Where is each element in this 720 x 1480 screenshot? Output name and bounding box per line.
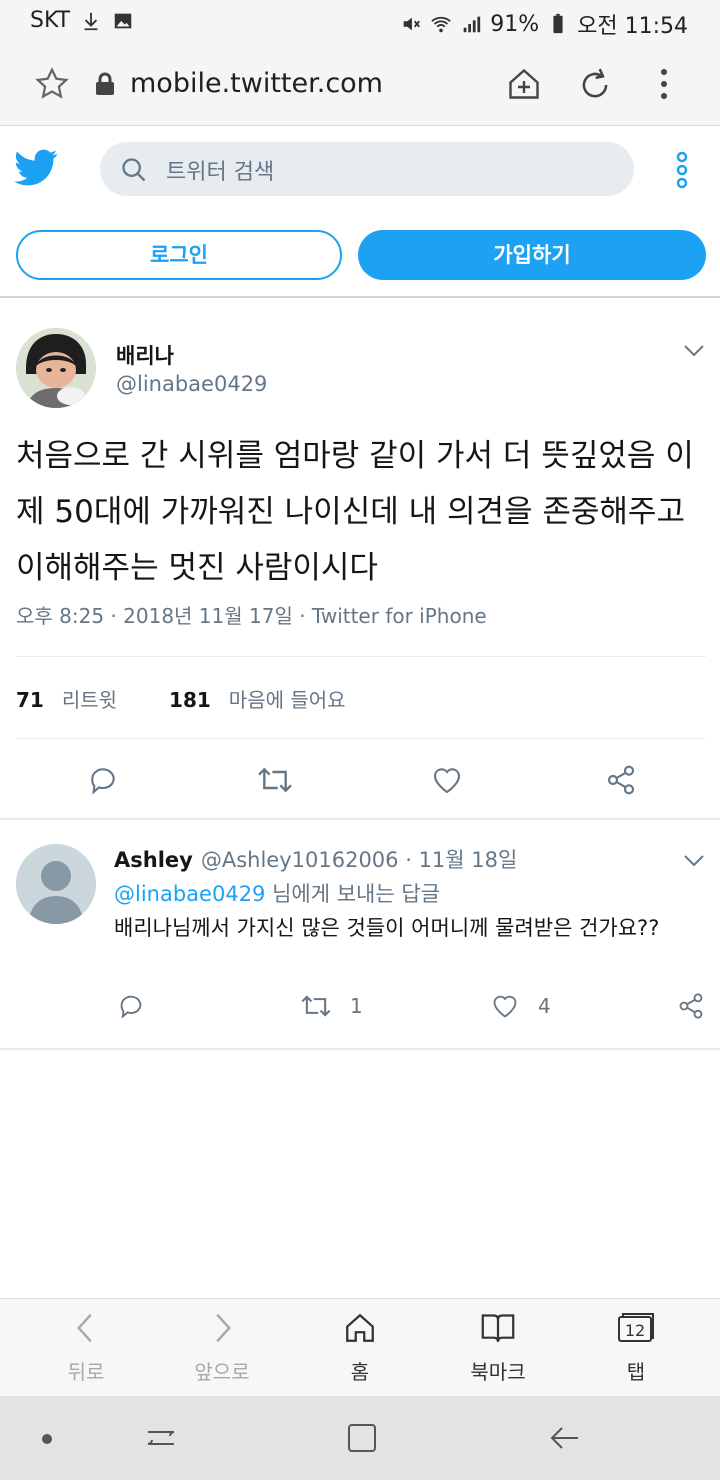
add-to-home-icon[interactable] [506,66,542,102]
divider [16,738,706,739]
search-placeholder: 트위터 검색 [166,160,275,185]
clock: 오전 11:54 [577,14,688,39]
image-icon [114,13,132,28]
reply-author-name[interactable]: Ashley [114,848,193,872]
reply-retweet-count: 1 [350,994,363,1018]
main-tweet: 배리나 @linabae0429 처음으로 간 시위를 엄마랑 같이 가서 더 … [0,298,720,820]
tabs-label: 탭 [626,1360,646,1384]
lock-icon [96,72,114,95]
like-action[interactable]: 4 [490,992,551,1020]
tweet-timestamp[interactable]: 오후 8:25 · 2018년 11월 17일 · Twitter for iP… [16,600,487,629]
reply-icon [120,995,142,1019]
reply-action[interactable] [116,992,146,1020]
search-icon [122,158,146,182]
retweet-icon[interactable] [256,764,294,796]
author-handle[interactable]: @linabae0429 [116,372,267,396]
replying-to: @linabae0429 님에게 보내는 답글 [114,878,440,908]
reply-header: Ashley @Ashley10162006 · 11월 18일 [114,844,517,874]
nav-home-icon[interactable] [346,1422,378,1454]
home-label: 홈 [350,1360,370,1384]
forward-label: 앞으로 [194,1360,250,1384]
chevron-down-icon[interactable] [682,340,706,360]
search-bar[interactable]: 트위터 검색 [100,142,634,196]
home-button[interactable]: 홈 [310,1311,410,1385]
battery-percent: 91% [490,11,540,37]
wifi-icon [431,16,451,33]
status-left: SKT [30,8,134,33]
mention-link[interactable]: @linabae0429 [114,882,265,906]
retweet-label[interactable]: 리트윗 [62,684,117,713]
battery-icon [553,13,563,34]
bookmark-label: 북마크 [470,1360,526,1384]
retweet-action[interactable]: 1 [300,992,363,1020]
chevron-down-icon[interactable] [682,850,706,870]
default-avatar-icon [16,844,96,924]
like-label[interactable]: 마음에 들어요 [229,684,346,713]
status-right: 91% 오전 11:54 [400,8,688,40]
mute-icon [403,17,421,31]
nav-dot[interactable] [42,1434,52,1444]
carrier-label: SKT [30,8,71,33]
reply-text: 배리나님께서 가지신 많은 것들이 어머니께 물려받은 건가요?? [114,916,660,940]
divider [16,656,706,657]
retweet-icon [301,995,331,1017]
nav-back-icon[interactable] [548,1422,582,1454]
tabs-button[interactable]: 12 탭 [586,1311,686,1385]
reply-icon[interactable] [86,764,120,796]
more-vertical-icon[interactable] [652,66,676,102]
reply-author-handle[interactable]: @Ashley10162006 [201,848,399,872]
home-icon [346,1313,374,1342]
share-icon[interactable] [604,764,638,796]
book-icon [481,1314,515,1342]
author-name[interactable]: 배리나 [116,340,174,370]
status-bar: SKT 91% 오전 11:54 [0,0,720,44]
bookmark-button[interactable]: 북마크 [448,1311,548,1385]
chevron-right-icon [216,1313,231,1343]
avatar-image [16,328,96,408]
login-button[interactable]: 로그인 [16,230,342,280]
avatar[interactable] [16,328,96,408]
heart-icon [493,995,517,1018]
reply-date[interactable]: · 11월 18일 [405,848,517,872]
system-nav-bar [0,1396,720,1480]
back-label: 뒤로 [67,1360,105,1384]
reply-tweet[interactable]: Ashley @Ashley10162006 · 11월 18일 @linabae… [0,820,720,1050]
reply-like-count: 4 [538,994,551,1018]
recent-apps-icon[interactable] [144,1422,178,1454]
browser-url-bar: mobile.twitter.com [0,44,720,126]
chevron-left-icon [77,1313,92,1343]
retweet-count[interactable]: 71 [16,688,44,712]
heart-icon[interactable] [430,764,464,796]
avatar[interactable] [16,844,96,924]
download-icon [84,12,98,30]
replying-to-suffix: 님에게 보내는 답글 [265,882,441,906]
share-icon [679,993,703,1019]
star-icon[interactable] [34,66,70,102]
tabs-icon: 12 [618,1313,654,1342]
share-action[interactable] [676,992,706,1020]
url-text[interactable]: mobile.twitter.com [130,68,383,99]
tab-count: 12 [625,1321,645,1340]
forward-button[interactable]: 앞으로 [172,1311,272,1385]
browser-bottom-bar: 뒤로 앞으로 홈 북마크 12 탭 [0,1298,720,1396]
like-count[interactable]: 181 [169,688,211,712]
more-options-icon[interactable] [670,150,694,190]
twitter-header: 트위터 검색 로그인 가입하기 [0,126,720,298]
reload-icon[interactable] [576,66,614,104]
tweet-text: 처음으로 간 시위를 엄마랑 같이 가서 더 뜻깊었음 이제 50대에 가까워진… [16,438,694,586]
twitter-logo-icon[interactable] [14,148,58,188]
back-button[interactable]: 뒤로 [36,1311,136,1385]
signal-icon [463,16,481,33]
signup-button[interactable]: 가입하기 [358,230,706,280]
tweet-stats: 71 리트윗 181 마음에 들어요 [16,684,346,713]
